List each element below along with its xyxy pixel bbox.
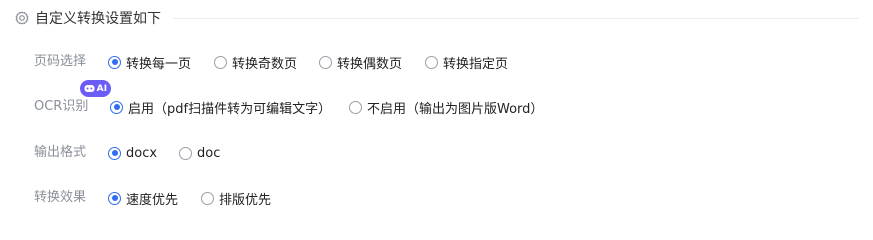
output-format-label: 输出格式 [34, 145, 87, 160]
section-title: 自定义转换设置如下 [35, 11, 161, 27]
radio-unchecked[interactable] [179, 146, 192, 160]
conversion-mode-option-layout[interactable]: 排版优先 [201, 187, 271, 209]
option-label: 转换偶数页 [337, 56, 403, 72]
ai-badge-text: AI [96, 83, 108, 94]
page-range-option-even[interactable]: 转换偶数页 [319, 51, 402, 73]
radio-unchecked[interactable] [349, 100, 362, 114]
robot-icon [84, 85, 95, 92]
section-header: 自定义转换设置如下 [14, 7, 859, 29]
conversion-mode-option-speed[interactable]: 速度优先 [108, 187, 178, 209]
option-label: 启用（pdf扫描件转为可编辑文字） [128, 101, 332, 117]
radio-checked[interactable] [110, 100, 123, 114]
page-range-option-specified[interactable]: 转换指定页 [425, 51, 508, 73]
output-format-option-docx[interactable]: docx [108, 142, 157, 164]
option-label: 速度优先 [126, 192, 179, 208]
ocr-option-disable[interactable]: 不启用（输出为图片版Word） [349, 96, 543, 118]
option-label: 排版优先 [219, 192, 272, 208]
option-label: 转换奇数页 [232, 56, 298, 72]
option-label: docx [126, 145, 158, 161]
page-range-option-every[interactable]: 转换每一页 [108, 51, 191, 73]
radio-unchecked[interactable] [319, 55, 332, 69]
radio-checked[interactable] [108, 191, 121, 205]
page-range-option-odd[interactable]: 转换奇数页 [214, 51, 297, 73]
page-range-label: 页码选择 [34, 54, 87, 69]
ai-badge: AI [80, 80, 111, 97]
output-format-row: 输出格式 docx doc [0, 142, 873, 164]
radio-unchecked[interactable] [201, 191, 214, 205]
option-label: doc [197, 145, 221, 161]
conversion-mode-row: 转换效果 速度优先 排版优先 [0, 187, 873, 209]
radio-checked[interactable] [108, 146, 121, 160]
header-divider [173, 17, 859, 19]
conversion-mode-label: 转换效果 [34, 190, 87, 205]
output-format-option-doc[interactable]: doc [179, 142, 220, 164]
option-label: 不启用（输出为图片版Word） [367, 101, 544, 117]
radio-checked[interactable] [108, 55, 121, 69]
ocr-row: OCR识别 启用（pdf扫描件转为可编辑文字） 不启用（输出为图片版Word） [0, 96, 873, 118]
option-label: 转换指定页 [443, 56, 509, 72]
page-range-row: 页码选择 转换每一页 转换奇数页 转换偶数页 转换指定页 [0, 51, 873, 73]
ocr-label: OCR识别 [34, 99, 89, 114]
option-label: 转换每一页 [126, 56, 192, 72]
gear-icon [14, 10, 30, 26]
ocr-option-enable[interactable]: 启用（pdf扫描件转为可编辑文字） [110, 96, 331, 118]
radio-unchecked[interactable] [425, 55, 438, 69]
radio-unchecked[interactable] [214, 55, 227, 69]
